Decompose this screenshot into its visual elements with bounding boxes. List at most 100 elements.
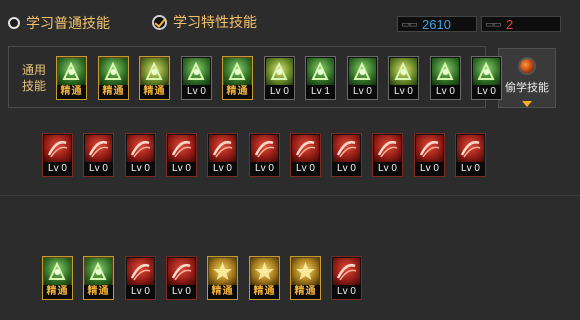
skill-level: 精通 — [57, 85, 86, 99]
skill-level: Lv 0 — [126, 162, 155, 176]
skill-slot[interactable]: 精通 — [98, 56, 129, 100]
skill-slot[interactable]: Lv 0 — [249, 133, 280, 177]
skill-level: Lv 0 — [332, 162, 361, 176]
skill-level: Lv 0 — [250, 162, 279, 176]
dropdown-arrow-icon — [522, 101, 532, 107]
swirl-icon — [333, 135, 360, 162]
book-icon: ▭▭ — [485, 18, 501, 29]
skill-slot[interactable]: Lv 0 — [331, 133, 362, 177]
wings-icon — [183, 58, 210, 85]
skill-slot[interactable]: Lv 0 — [264, 56, 295, 100]
fire-orb-icon — [518, 57, 536, 75]
skill-level: Lv 0 — [167, 162, 196, 176]
skill-slot[interactable]: Lv 0 — [181, 56, 212, 100]
steal-skill-label: 偷学技能 — [505, 82, 549, 94]
target-icon — [224, 58, 251, 85]
skill-level: Lv 0 — [182, 85, 211, 99]
skill-level: Lv 0 — [208, 162, 237, 176]
skill-slot[interactable]: Lv 0 — [125, 256, 156, 300]
skill-level: Lv 0 — [456, 162, 485, 176]
skill-level: Lv 0 — [167, 285, 196, 299]
dash-icon — [141, 58, 168, 85]
skill-points-value: 2610 — [422, 16, 451, 32]
tab-normal-skills-label: 学习普通技能 — [26, 15, 110, 31]
muscle-icon — [432, 58, 459, 85]
skill-slot[interactable]: Lv 0 — [125, 133, 156, 177]
spear-icon — [209, 258, 236, 285]
radio-icon — [8, 17, 20, 29]
book-icon: ▭▭ — [401, 18, 417, 29]
shield-icon — [251, 135, 278, 162]
skill-level: Lv 0 — [348, 85, 377, 99]
skill-slot[interactable]: Lv 0 — [471, 56, 502, 100]
skill-level: Lv 0 — [291, 162, 320, 176]
swift-icon — [457, 135, 484, 162]
burst-icon — [251, 258, 278, 285]
slash-icon — [85, 135, 112, 162]
skill-level: 精通 — [140, 85, 169, 99]
skill-points-counter: ▭▭ 2610 — [397, 16, 477, 32]
blast-icon — [168, 258, 195, 285]
trait-points-value: 2 — [506, 16, 514, 32]
skill-slot[interactable]: 精通 — [207, 256, 238, 300]
skill-level: Lv 0 — [43, 162, 72, 176]
skill-slot[interactable]: Lv 0 — [290, 133, 321, 177]
skill-level: Lv 0 — [265, 85, 294, 99]
skill-level: Lv 0 — [472, 85, 501, 99]
skill-slot[interactable]: 精通 — [222, 56, 253, 100]
skill-slot[interactable]: 精通 — [42, 256, 73, 300]
claw-icon — [473, 58, 500, 85]
slash-icon — [127, 135, 154, 162]
skill-slot[interactable]: Lv 0 — [207, 133, 238, 177]
tab-trait-skills[interactable]: 学习特性技能 — [152, 12, 257, 32]
blade-icon — [44, 258, 71, 285]
skill-slot[interactable]: Lv 0 — [414, 133, 445, 177]
skill-slot[interactable]: Lv 0 — [372, 133, 403, 177]
crosshair-icon — [266, 58, 293, 85]
skill-level: Lv 0 — [84, 162, 113, 176]
bird-icon — [374, 135, 401, 162]
skill-level: Lv 0 — [389, 85, 418, 99]
skill-level: Lv 0 — [415, 162, 444, 176]
tab-normal-skills[interactable]: 学习普通技能 — [8, 13, 110, 33]
skill-slot[interactable]: Lv 0 — [347, 56, 378, 100]
checkmark-icon — [152, 14, 167, 30]
skill-slot[interactable]: Lv 0 — [42, 133, 73, 177]
skill-slot[interactable]: 精通 — [290, 256, 321, 300]
skill-slot[interactable]: Lv 0 — [455, 133, 486, 177]
skill-level: Lv 0 — [332, 285, 361, 299]
skill-slot[interactable]: 精通 — [56, 56, 87, 100]
common-skills-label: 通用技能 — [21, 63, 46, 93]
section-divider — [0, 195, 580, 196]
warrior-icon — [292, 258, 319, 285]
skill-level: 精通 — [99, 85, 128, 99]
skill-slot[interactable]: Lv 0 — [166, 133, 197, 177]
skill-slot[interactable]: Lv 0 — [331, 256, 362, 300]
skill-level: Lv 1 — [306, 85, 335, 99]
slash-icon — [333, 258, 360, 285]
skill-slot[interactable]: Lv 0 — [166, 256, 197, 300]
burst-icon — [416, 135, 443, 162]
skill-slot[interactable]: Lv 0 — [388, 56, 419, 100]
tree-icon — [307, 58, 334, 85]
rest-icon — [58, 58, 85, 85]
skill-level: Lv 0 — [126, 285, 155, 299]
leaf-icon — [127, 258, 154, 285]
trait-points-counter: ▭▭ 2 — [481, 16, 561, 32]
skill-slot[interactable]: 精通 — [249, 256, 280, 300]
skill-slot[interactable]: Lv 0 — [83, 133, 114, 177]
skill-slot[interactable]: Lv 0 — [430, 56, 461, 100]
whirl-icon — [85, 258, 112, 285]
skill-slot[interactable]: Lv 1 — [305, 56, 336, 100]
skill-level: 精通 — [291, 285, 320, 299]
skill-slot[interactable]: 精通 — [83, 256, 114, 300]
skill-slot[interactable]: 精通 — [139, 56, 170, 100]
charge-icon — [349, 58, 376, 85]
claw-icon — [209, 135, 236, 162]
skill-level: 精通 — [223, 85, 252, 99]
skill-level: 精通 — [43, 285, 72, 299]
steal-skill-button[interactable]: 偷学技能 — [498, 48, 556, 108]
fighter-icon — [44, 135, 71, 162]
kick-icon — [100, 58, 127, 85]
arrows-icon — [168, 135, 195, 162]
